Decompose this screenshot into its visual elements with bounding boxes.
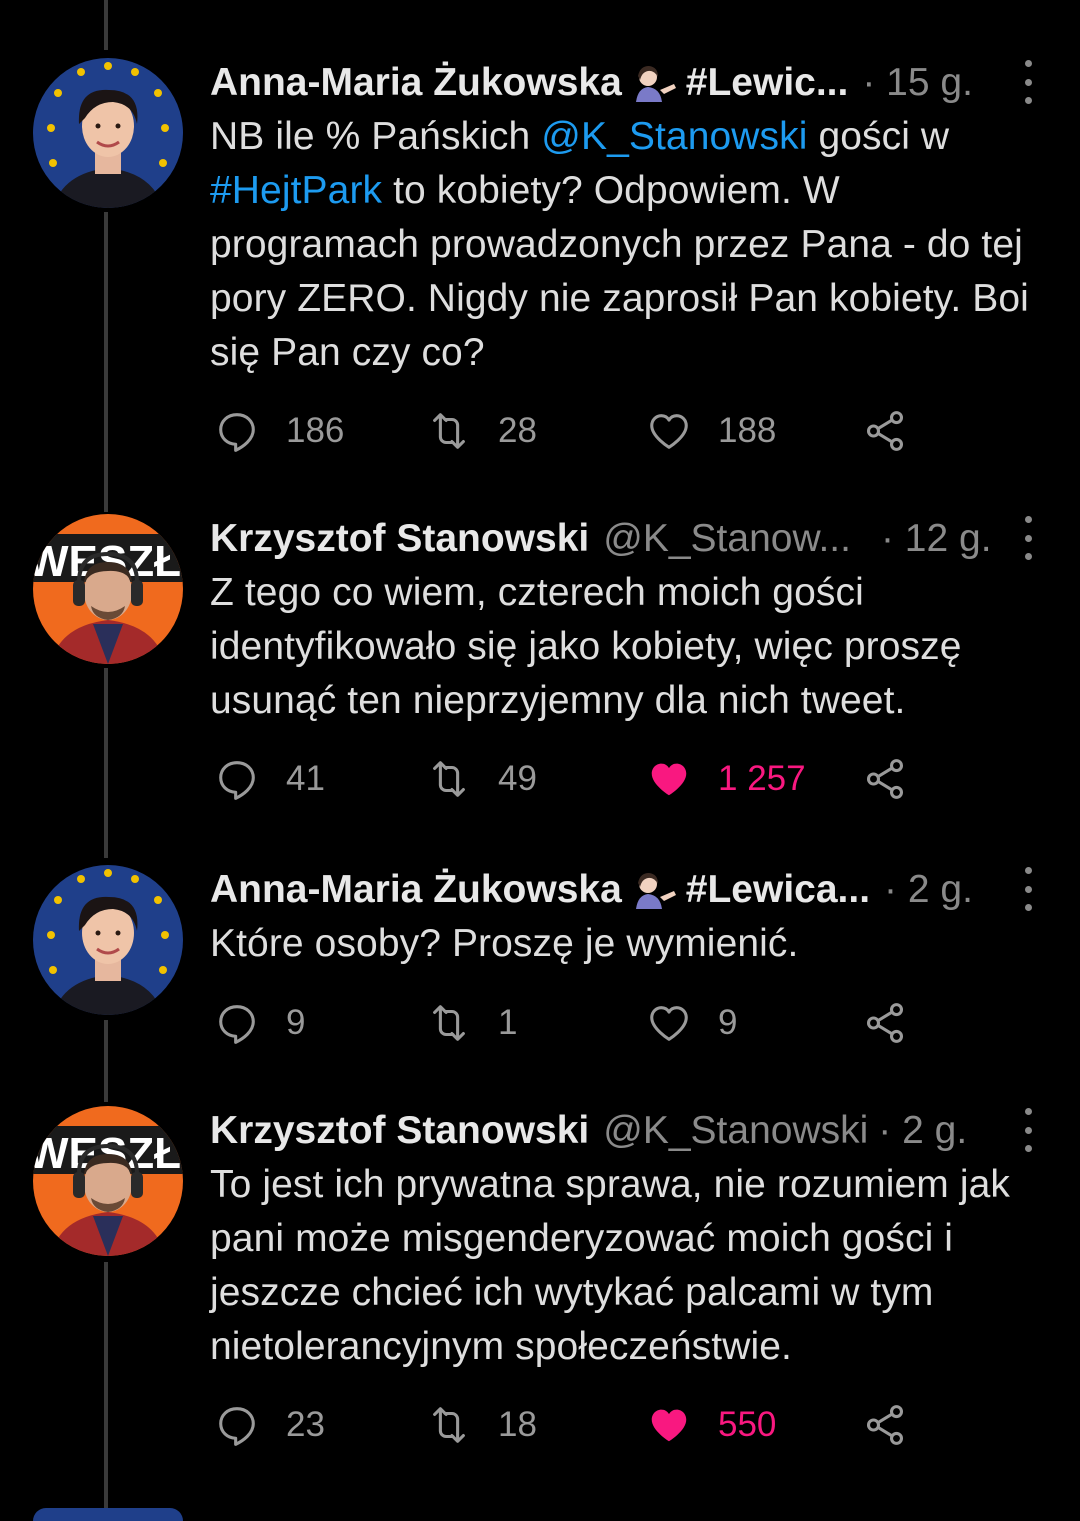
retweet-button[interactable]: 49 xyxy=(426,754,537,804)
tweet-text: Z tego co wiem, czterech moich gości ide… xyxy=(210,566,1052,728)
like-icon xyxy=(651,1409,687,1442)
tweet-text: Które osoby? Proszę je wymienić. xyxy=(210,917,1052,971)
author-name[interactable]: Krzysztof Stanowski xyxy=(210,514,589,564)
avatar-image: WESZŁO xyxy=(33,1106,183,1256)
thread-line xyxy=(104,1262,108,1512)
share-icon xyxy=(866,1003,904,1043)
text-part: Z tego co wiem, czterech moich gości ide… xyxy=(210,571,962,722)
retweet-icon xyxy=(433,1005,465,1041)
share-button[interactable] xyxy=(862,1400,908,1450)
reply-icon xyxy=(219,1005,255,1044)
text-part: NB ile % Pańskich xyxy=(210,115,542,158)
like-count: 9 xyxy=(718,1003,738,1042)
reply-button[interactable]: 41 xyxy=(214,754,325,804)
retweet-count: 28 xyxy=(498,411,537,450)
reply-button[interactable]: 9 xyxy=(214,998,305,1048)
avatar-stanowski[interactable]: WESZŁO xyxy=(33,1106,183,1256)
more-icon[interactable] xyxy=(1016,60,1040,104)
reply-count: 9 xyxy=(286,1003,306,1042)
retweet-button[interactable]: 18 xyxy=(426,1400,537,1450)
like-count: 550 xyxy=(718,1405,777,1444)
woman-tipping-hand-emoji xyxy=(635,66,676,102)
like-count: 1 257 xyxy=(718,759,806,798)
thread-line xyxy=(104,1020,108,1102)
reply-count: 41 xyxy=(286,759,325,798)
tweet-time[interactable]: · 2 g. xyxy=(884,865,973,915)
mention-link[interactable]: @K_Stanowski xyxy=(541,115,807,158)
share-icon xyxy=(866,1405,904,1445)
like-button[interactable]: 1 257 xyxy=(646,754,806,804)
author-handle[interactable]: @K_Stanow... xyxy=(603,514,851,564)
tweet-actions: 9 1 9 xyxy=(210,998,1080,1048)
like-icon xyxy=(651,763,687,796)
tweet-time[interactable]: · 15 g. xyxy=(862,58,973,108)
avatar-zukowska[interactable] xyxy=(33,865,183,1015)
tweet-header: Anna-Maria Żukowska #Lewic... · 15 g. xyxy=(210,58,1040,108)
retweet-icon xyxy=(433,413,465,449)
share-icon xyxy=(866,411,904,451)
thread-line xyxy=(104,212,108,512)
reply-count: 23 xyxy=(286,1405,325,1444)
retweet-button[interactable]: 1 xyxy=(426,998,517,1048)
retweet-count: 49 xyxy=(498,759,537,798)
like-icon xyxy=(650,1006,688,1041)
avatar-zukowska[interactable] xyxy=(33,58,183,208)
author-tag[interactable]: #Lewica... xyxy=(686,865,870,915)
like-icon xyxy=(650,414,688,449)
like-button[interactable]: 9 xyxy=(646,998,737,1048)
tweet-actions: 23 18 550 xyxy=(210,1400,1080,1450)
share-button[interactable] xyxy=(862,754,908,804)
reply-icon xyxy=(219,413,255,452)
retweet-button[interactable]: 28 xyxy=(426,406,537,456)
share-button[interactable] xyxy=(862,406,908,456)
tweet-time[interactable]: · 2 g. xyxy=(878,1106,967,1156)
text-part: To jest ich prywatna sprawa, nie rozumie… xyxy=(210,1163,1010,1368)
reply-button[interactable]: 23 xyxy=(214,1400,325,1450)
like-count: 188 xyxy=(718,411,777,450)
more-icon[interactable] xyxy=(1016,516,1040,560)
tweet-actions: 186 28 188 xyxy=(210,406,1080,456)
like-button[interactable]: 550 xyxy=(646,1400,776,1450)
tweet-header: Krzysztof Stanowski @K_Stanow... · 12 g. xyxy=(210,514,1040,564)
reply-icon xyxy=(219,761,255,800)
reply-icon xyxy=(219,1407,255,1446)
retweet-icon xyxy=(433,761,465,797)
more-icon[interactable] xyxy=(1016,1108,1040,1152)
author-name[interactable]: Krzysztof Stanowski xyxy=(210,1106,589,1156)
tweet-time[interactable]: · 12 g. xyxy=(881,514,992,564)
hashtag-link[interactable]: #HejtPark xyxy=(210,169,382,212)
retweet-count: 18 xyxy=(498,1405,537,1444)
thread-line xyxy=(104,0,108,50)
more-icon[interactable] xyxy=(1016,867,1040,911)
retweet-count: 1 xyxy=(498,1003,518,1042)
avatar-image xyxy=(33,865,183,1015)
author-handle[interactable]: @K_Stanowski xyxy=(603,1106,868,1156)
retweet-icon xyxy=(433,1407,465,1443)
text-part: Które osoby? Proszę je wymienić. xyxy=(210,922,799,965)
author-name[interactable]: Anna-Maria Żukowska xyxy=(210,865,622,915)
tweet-text: NB ile % Pańskich @K_Stanowski gości w #… xyxy=(210,110,1052,380)
author-tag[interactable]: #Lewic... xyxy=(686,58,849,108)
tweet-header: Krzysztof Stanowski @K_Stanowski · 2 g. xyxy=(210,1106,1040,1156)
share-button[interactable] xyxy=(862,998,908,1048)
avatar-stanowski[interactable]: WESZŁO xyxy=(33,514,183,664)
author-name[interactable]: Anna-Maria Żukowska xyxy=(210,58,622,108)
reply-count: 186 xyxy=(286,411,345,450)
avatar-next[interactable] xyxy=(33,1508,183,1521)
avatar-image: WESZŁO xyxy=(33,514,183,664)
reply-button[interactable]: 186 xyxy=(214,406,344,456)
avatar-image xyxy=(33,58,183,208)
share-icon xyxy=(866,759,904,799)
text-part: gości w xyxy=(807,115,950,158)
thread-line xyxy=(104,668,108,858)
tweet-actions: 41 49 1 257 xyxy=(210,754,1080,804)
tweet-header: Anna-Maria Żukowska #Lewica... · 2 g. xyxy=(210,865,1040,915)
woman-tipping-hand-emoji xyxy=(635,873,676,909)
tweet-text: To jest ich prywatna sprawa, nie rozumie… xyxy=(210,1158,1052,1374)
like-button[interactable]: 188 xyxy=(646,406,776,456)
